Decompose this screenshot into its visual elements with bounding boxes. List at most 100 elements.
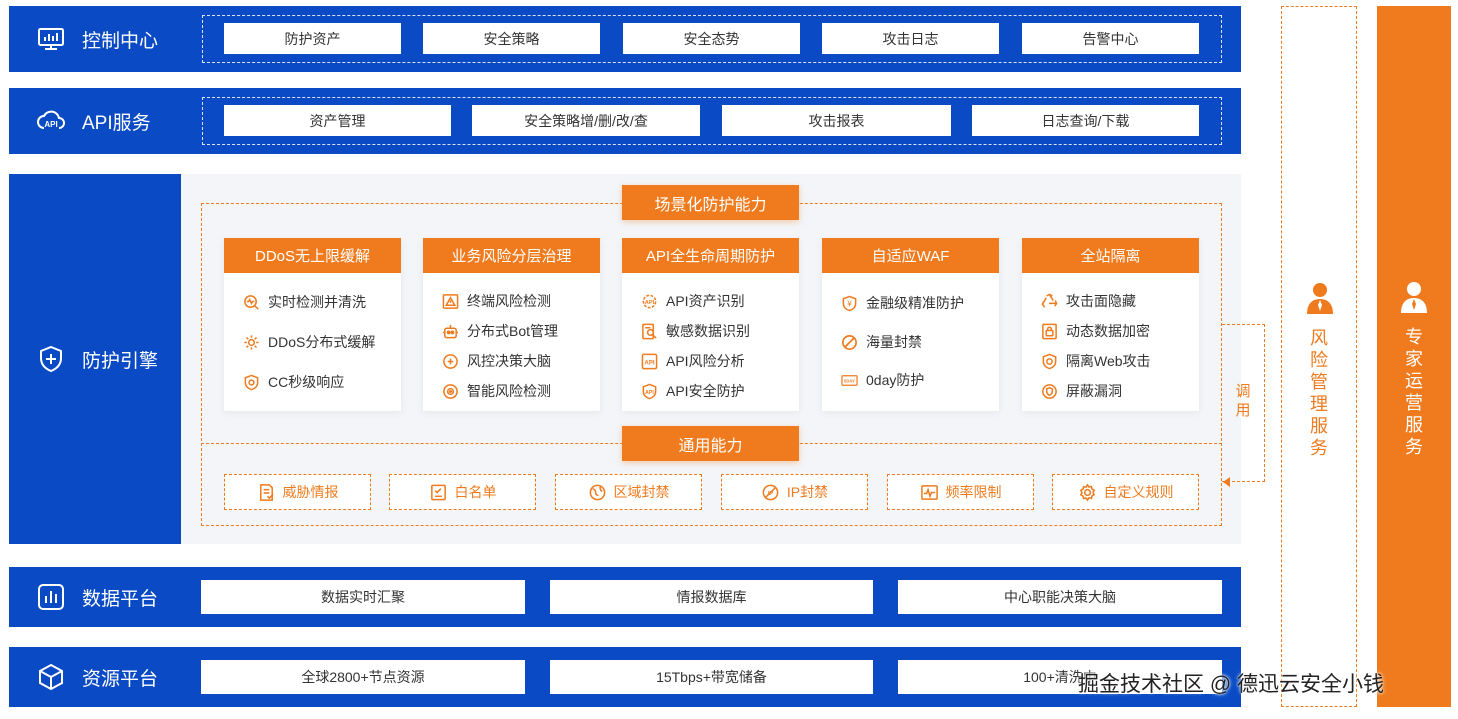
watermark: 掘金技术社区 @ 德迅云安全小钱 (1078, 673, 1384, 696)
list-item: 屏蔽漏洞 (1040, 381, 1122, 401)
cc-item-attack-log[interactable]: 攻击日志 (822, 23, 999, 54)
globe-pin-icon (588, 482, 608, 502)
cc-item-security-policy[interactable]: 安全策略 (423, 23, 600, 54)
card-ddos-title: DDoS无上限缓解 (224, 238, 401, 273)
call-label: 调 用 (1235, 383, 1251, 419)
cube-icon (36, 662, 66, 692)
svg-text:¥: ¥ (847, 299, 852, 308)
card-api-lifecycle: API全生命周期防护 API API资产识别 敏感数据识别 API API风险分… (622, 238, 799, 411)
cc-item-security-posture[interactable]: 安全态势 (623, 23, 800, 54)
shield-target-icon (242, 373, 260, 391)
list-item: API API资产识别 (640, 291, 745, 311)
list-item: 智能风险检测 (441, 381, 551, 401)
list-item: DDoS分布式缓解 (242, 332, 375, 352)
api-box-icon: API (640, 352, 658, 370)
card-full-isolation: 全站隔离 攻击面隐藏 动态数据加密 隔离Web攻击 屏蔽漏洞 (1022, 238, 1199, 411)
list-item: 分布式Bot管理 (441, 321, 558, 341)
control-center-label: 控制中心 (82, 30, 159, 52)
frequency-icon (920, 482, 940, 502)
gen-region-ban[interactable]: 区域封禁 (555, 474, 702, 510)
shield-plus-icon (36, 344, 66, 374)
api-service-label: API服务 (82, 112, 151, 134)
data-search-icon (640, 322, 658, 340)
list-item: API API风险分析 (640, 351, 745, 371)
gen-threat-intel[interactable]: 威胁情报 (224, 474, 371, 510)
person-icon (1305, 281, 1335, 315)
card-adaptive-waf: 自适应WAF ¥ 金融级精准防护 海量封禁 0DAY 0day防护 (822, 238, 999, 411)
list-item: 隔离Web攻击 (1040, 351, 1151, 371)
expert-service-label: 专 家 运 营 服 务 (1405, 327, 1423, 457)
ip-ban-icon: IP (761, 482, 781, 502)
data-platform-label: 数据平台 (82, 588, 159, 610)
svg-text:API: API (644, 299, 654, 305)
checklist-icon (429, 482, 449, 502)
list-item: ¥ 金融级精准防护 (840, 293, 964, 313)
api-gear-icon: API (640, 292, 658, 310)
scenario-title: 场景化防护能力 (622, 185, 799, 220)
smart-detect-icon (441, 382, 459, 400)
pulse-search-icon (242, 293, 260, 311)
api-item-attack-report[interactable]: 攻击报表 (722, 105, 951, 136)
warning-triangle-icon (441, 292, 459, 310)
list-item: API API安全防护 (640, 381, 745, 401)
gen-frequency-limit[interactable]: 频率限制 (887, 474, 1034, 510)
rp-item-global-nodes[interactable]: 全球2800+节点资源 (201, 660, 525, 694)
general-title: 通用能力 (622, 426, 799, 461)
dp-item-intel-db[interactable]: 情报数据库 (550, 580, 873, 614)
brain-icon (441, 352, 459, 370)
card-api-lifecycle-title: API全生命周期防护 (622, 238, 799, 273)
cloud-api-icon: API (36, 106, 66, 136)
expert-operation-column: 专 家 运 营 服 务 (1377, 6, 1451, 707)
list-item: 实时检测并清洗 (242, 292, 366, 312)
risk-service-label: 风 险 管 理 服 务 (1310, 328, 1328, 458)
robot-icon (441, 322, 459, 340)
recycle-icon (1040, 292, 1058, 310)
engine-band: 防护引擎 (9, 174, 181, 544)
settings-gear-icon (1078, 482, 1098, 502)
api-item-asset-mgmt[interactable]: 资产管理 (224, 105, 451, 136)
api-item-policy-crud[interactable]: 安全策略增/删/改/查 (472, 105, 700, 136)
gen-ip-ban[interactable]: IP IP封禁 (721, 474, 868, 510)
svg-text:IP: IP (768, 490, 774, 496)
cc-item-alert-center[interactable]: 告警中心 (1022, 23, 1199, 54)
ban-icon (840, 333, 858, 351)
list-item: 终端风险检测 (441, 291, 551, 311)
person-icon (1399, 280, 1429, 314)
engine-label: 防护引擎 (82, 350, 159, 372)
api-item-log-query[interactable]: 日志查询/下载 (972, 105, 1199, 136)
dp-item-realtime-aggregate[interactable]: 数据实时汇聚 (201, 580, 525, 614)
card-business-risk: 业务风险分层治理 终端风险检测 分布式Bot管理 风控决策大脑 智能风险检测 (423, 238, 600, 411)
risk-management-column: 风 险 管 理 服 务 (1281, 6, 1357, 707)
svg-text:API: API (644, 359, 655, 366)
api-shield-icon: API (640, 382, 658, 400)
bar-chart-icon (36, 582, 66, 612)
gen-whitelist[interactable]: 白名单 (389, 474, 536, 510)
monitor-chart-icon (36, 24, 66, 54)
resource-platform-label: 资源平台 (82, 668, 159, 690)
gear-icon (242, 333, 260, 351)
rp-item-bandwidth[interactable]: 15Tbps+带宽储备 (550, 660, 873, 694)
card-business-risk-title: 业务风险分层治理 (423, 238, 600, 273)
list-item: 风控决策大脑 (441, 351, 551, 371)
card-ddos: DDoS无上限缓解 实时检测并清洗 DDoS分布式缓解 CC秒级响应 (224, 238, 401, 411)
list-item: CC秒级响应 (242, 372, 344, 392)
dp-item-decision-brain[interactable]: 中心职能决策大脑 (898, 580, 1222, 614)
shield-circle-icon (1040, 382, 1058, 400)
svg-text:0DAY: 0DAY (844, 378, 855, 383)
isolate-shield-icon (1040, 352, 1058, 370)
threat-doc-icon (257, 482, 277, 502)
list-item: 敏感数据识别 (640, 321, 750, 341)
lock-doc-icon (1040, 322, 1058, 340)
card-full-isolation-title: 全站隔离 (1022, 238, 1199, 273)
list-item: 攻击面隐藏 (1040, 291, 1136, 311)
gen-custom-rules[interactable]: 自定义规则 (1052, 474, 1199, 510)
svg-text:API: API (645, 389, 654, 395)
svg-text:API: API (44, 120, 57, 129)
card-adaptive-waf-title: 自适应WAF (822, 238, 999, 273)
zero-day-icon: 0DAY (840, 371, 858, 389)
list-item: 动态数据加密 (1040, 321, 1150, 341)
call-arrow (1223, 477, 1230, 487)
cc-item-protect-assets[interactable]: 防护资产 (224, 23, 401, 54)
yen-shield-icon: ¥ (840, 294, 858, 312)
list-item: 0DAY 0day防护 (840, 370, 924, 390)
